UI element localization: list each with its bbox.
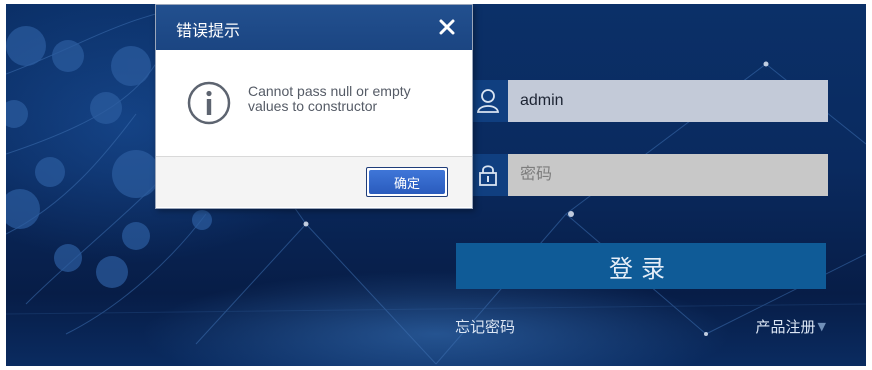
forgot-password-link[interactable]: 忘记密码 [455, 316, 515, 337]
info-icon [186, 80, 232, 131]
dialog-title: 错误提示 [176, 21, 241, 40]
close-icon[interactable] [436, 16, 458, 38]
ok-button-label: 确定 [369, 170, 445, 194]
dialog-titlebar: 错误提示 [156, 5, 472, 50]
product-register-label: 产品注册 [755, 318, 816, 336]
ok-button[interactable]: 确定 [366, 167, 448, 197]
login-button[interactable]: 登录 [456, 243, 826, 289]
dialog-message: Cannot pass null or empty values to cons… [248, 83, 411, 114]
product-register-link[interactable]: 产品注册 ▼ [756, 316, 826, 337]
dialog-body: Cannot pass null or empty values to cons… [156, 50, 472, 157]
username-input[interactable] [508, 80, 828, 122]
password-input[interactable] [508, 154, 828, 196]
lock-icon [468, 154, 508, 196]
password-field [468, 154, 828, 196]
error-dialog: 错误提示 Cannot pass null or empty values to… [155, 4, 473, 209]
username-field [468, 80, 828, 122]
login-background: 登录 忘记密码 产品注册 ▼ 错误提示 Cannot pass null or [6, 4, 866, 366]
user-icon [468, 80, 508, 122]
dialog-footer: 确定 [156, 157, 472, 207]
caret-down-icon: ▼ [817, 320, 826, 333]
